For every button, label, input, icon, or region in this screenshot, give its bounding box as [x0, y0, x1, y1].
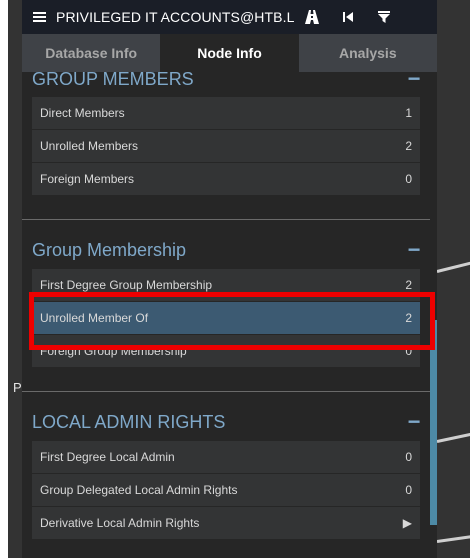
row-value: 2	[405, 139, 412, 153]
section-title: LOCAL ADMIN RIGHTS	[32, 411, 226, 432]
node-title: PRIVILEGED IT ACCOUNTS@HTB.L	[56, 9, 294, 25]
row-value: 1	[405, 106, 412, 120]
section-divider	[22, 391, 430, 392]
row-label: Foreign Group Membership	[40, 344, 187, 358]
row-label: Unrolled Member Of	[40, 311, 149, 325]
row-value: 2	[405, 311, 412, 325]
table-row[interactable]: Foreign Group Membership 0	[32, 335, 420, 368]
row-label: First Degree Group Membership	[40, 278, 213, 292]
section-title: GROUP MEMBERS	[32, 72, 194, 89]
section-divider	[22, 219, 430, 220]
row-value: 0	[405, 344, 412, 358]
graph-node-label: P	[13, 380, 22, 395]
row-label: First Degree Local Admin	[40, 450, 175, 464]
table-row[interactable]: Direct Members 1	[32, 97, 420, 130]
row-label: Group Delegated Local Admin Rights	[40, 483, 238, 497]
menu-icon[interactable]	[22, 0, 56, 34]
tab-analysis[interactable]: Analysis	[299, 34, 437, 72]
collapse-icon[interactable]: −	[406, 72, 422, 92]
section-header-group-members[interactable]: GROUP MEMBERS −	[32, 72, 422, 92]
local-admin-table: First Degree Local Admin 0 Group Delegat…	[32, 441, 420, 540]
group-members-table: Direct Members 1 Unrolled Members 2 Fore…	[32, 97, 420, 196]
road-icon[interactable]	[294, 0, 330, 34]
row-label: Derivative Local Admin Rights	[40, 516, 200, 530]
section-title: Group Membership	[32, 239, 187, 260]
row-label: Unrolled Members	[40, 139, 139, 153]
collapse-icon[interactable]: −	[406, 237, 422, 263]
table-row[interactable]: Group Delegated Local Admin Rights 0	[32, 474, 420, 507]
background-node-labels	[0, 0, 8, 558]
step-back-icon[interactable]	[330, 0, 366, 34]
row-value: 0	[405, 172, 412, 186]
row-value: 2	[405, 278, 412, 292]
row-label: Foreign Members	[40, 172, 135, 186]
section-header-local-admin[interactable]: LOCAL ADMIN RIGHTS −	[32, 409, 422, 435]
table-row[interactable]: Derivative Local Admin Rights ▶	[32, 507, 420, 540]
panel-tabs: Database Info Node Info Analysis	[22, 34, 437, 72]
row-value: 0	[405, 483, 412, 497]
group-membership-table: First Degree Group Membership 2 Unrolled…	[32, 269, 420, 368]
scrollbar[interactable]	[430, 320, 437, 525]
row-label: Direct Members	[40, 106, 125, 120]
filter-icon[interactable]	[366, 0, 402, 34]
panel-header: PRIVILEGED IT ACCOUNTS@HTB.L	[22, 0, 437, 34]
table-row-unrolled-member-of[interactable]: Unrolled Member Of 2	[32, 302, 420, 335]
table-row[interactable]: Unrolled Members 2	[32, 130, 420, 163]
tab-node-info[interactable]: Node Info	[160, 34, 299, 72]
tab-database-info[interactable]: Database Info	[22, 34, 160, 72]
play-icon[interactable]: ▶	[403, 516, 412, 530]
row-value: 0	[405, 450, 412, 464]
section-header-group-membership[interactable]: Group Membership −	[32, 237, 422, 263]
table-row[interactable]: First Degree Local Admin 0	[32, 441, 420, 474]
table-row[interactable]: Foreign Members 0	[32, 163, 420, 196]
table-row[interactable]: First Degree Group Membership 2	[32, 269, 420, 302]
panel-content[interactable]: GROUP MEMBERS − Direct Members 1 Unrolle…	[22, 72, 437, 558]
collapse-icon[interactable]: −	[406, 409, 422, 435]
